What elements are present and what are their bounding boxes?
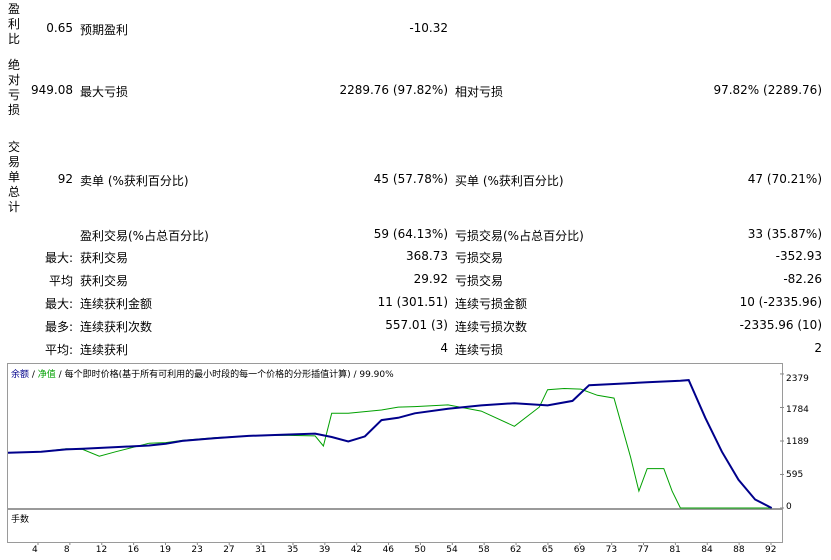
loss-trades-value: 33 (35.87%) <box>747 227 822 241</box>
row-left-value: 557.01 (3) <box>385 318 448 332</box>
y-tick-label: 0 <box>786 502 792 512</box>
short-positions-value: 45 (57.78%) <box>373 172 448 186</box>
row-left-label: 获利交易 <box>80 274 129 288</box>
row-left-label: 连续获利金额 <box>80 297 153 311</box>
x-tick-label: 92 <box>765 545 777 555</box>
x-tick-label: 42 <box>350 545 363 555</box>
abs-drawdown-value: 949.08 <box>31 83 73 97</box>
row-right-label: 连续亏损金额 <box>455 297 528 311</box>
row-left-label: 获利交易 <box>80 251 129 265</box>
legend-description: 每个即时价格(基于所有可利用的最小时段的每一个价格的分形插值计算) / 99.9… <box>64 370 394 380</box>
row-left-value: 368.73 <box>406 249 448 263</box>
total-trades-value: 92 <box>57 172 73 186</box>
row-right-label: 亏损交易 <box>455 274 504 288</box>
short-positions-label: 卖单 (%获利百分比) <box>80 174 189 188</box>
row-left-value: 11 (301.51) <box>377 295 448 309</box>
profit-factor-label: 盈利比 <box>8 2 21 46</box>
legend-balance: 余额 <box>11 370 30 380</box>
x-tick-label: 88 <box>733 545 745 555</box>
legend-separator: / <box>55 370 65 380</box>
row-left-value: 29.92 <box>413 272 448 286</box>
x-tick-label: 8 <box>63 545 70 555</box>
x-tick-label: 77 <box>637 545 649 555</box>
row-left-label: 连续获利 <box>80 343 129 357</box>
x-tick-label: 19 <box>159 545 171 555</box>
row-prefix: 最大: <box>44 297 73 311</box>
total-trades-label: 交易单总计 <box>8 140 21 214</box>
row-right-value: -82.26 <box>783 272 822 286</box>
row-prefix: 最多: <box>44 320 73 334</box>
legend-separator: / <box>29 370 38 380</box>
expected-payoff-label: 预期盈利 <box>80 23 129 37</box>
row-left-value: 4 <box>440 341 448 355</box>
x-tick-label: 27 <box>223 545 235 555</box>
x-tick-label: 84 <box>701 545 713 555</box>
abs-drawdown-label: 绝对亏损 <box>8 58 21 117</box>
x-tick-label: 31 <box>255 545 267 555</box>
y-tick-label: 2379 <box>786 374 809 384</box>
row-right-value: -2335.96 (10) <box>739 318 822 332</box>
y-tick-label: 1784 <box>786 405 809 415</box>
x-tick-label: 39 <box>318 545 331 555</box>
balance-chart-panel <box>7 363 783 509</box>
volume-panel <box>7 509 783 543</box>
x-tick-label: 65 <box>541 545 554 555</box>
y-tick-label: 595 <box>786 470 804 480</box>
row-right-label: 连续亏损次数 <box>455 320 528 334</box>
loss-trades-label: 亏损交易(%占总百分比) <box>455 229 584 243</box>
row-left-label: 连续获利次数 <box>80 320 153 334</box>
profit-trades-value: 59 (64.13%) <box>373 227 448 241</box>
max-drawdown-value: 2289.76 (97.82%) <box>339 83 448 97</box>
x-tick-label: 62 <box>510 545 522 555</box>
x-tick-label: 81 <box>669 545 681 555</box>
x-tick-label: 69 <box>573 545 586 555</box>
x-tick-label: 58 <box>478 545 490 555</box>
profit-trades-label: 盈利交易(%占总百分比) <box>80 229 209 243</box>
x-tick-label: 12 <box>95 545 108 555</box>
x-tick-label: 16 <box>127 545 140 555</box>
rel-drawdown-value: 97.82% (2289.76) <box>713 83 822 97</box>
row-prefix: 最大: <box>44 251 73 265</box>
x-tick-label: 35 <box>286 545 299 555</box>
rel-drawdown-label: 相对亏损 <box>455 85 504 99</box>
row-right-value: 2 <box>814 341 822 355</box>
row-prefix: 平均: <box>44 343 73 357</box>
x-tick-label: 23 <box>191 545 203 555</box>
row-prefix: 平均 <box>48 274 73 288</box>
x-tick-label: 46 <box>382 545 395 555</box>
long-positions-label: 买单 (%获利百分比) <box>455 174 564 188</box>
x-tick-label: 50 <box>414 545 426 555</box>
max-drawdown-label: 最大亏损 <box>80 85 129 99</box>
expected-payoff-value: -10.32 <box>409 21 448 35</box>
row-right-label: 亏损交易 <box>455 251 504 265</box>
y-tick-label: 1189 <box>786 437 809 447</box>
x-tick-label: 73 <box>605 545 618 555</box>
profit-factor-value: 0.65 <box>46 21 73 35</box>
long-positions-value: 47 (70.21%) <box>747 172 822 186</box>
row-right-value: -352.93 <box>775 249 822 263</box>
row-right-label: 连续亏损 <box>455 343 504 357</box>
x-tick-label: 54 <box>446 545 458 555</box>
row-right-value: 10 (-2335.96) <box>739 295 822 309</box>
chart-legend: 余额 / 净值 / 每个即时价格(基于所有可利用的最小时段的每一个价格的分形插值… <box>11 367 394 380</box>
volume-label: 手数 <box>11 515 30 525</box>
legend-equity: 净值 <box>37 370 56 380</box>
x-tick-label: 4 <box>32 545 38 555</box>
